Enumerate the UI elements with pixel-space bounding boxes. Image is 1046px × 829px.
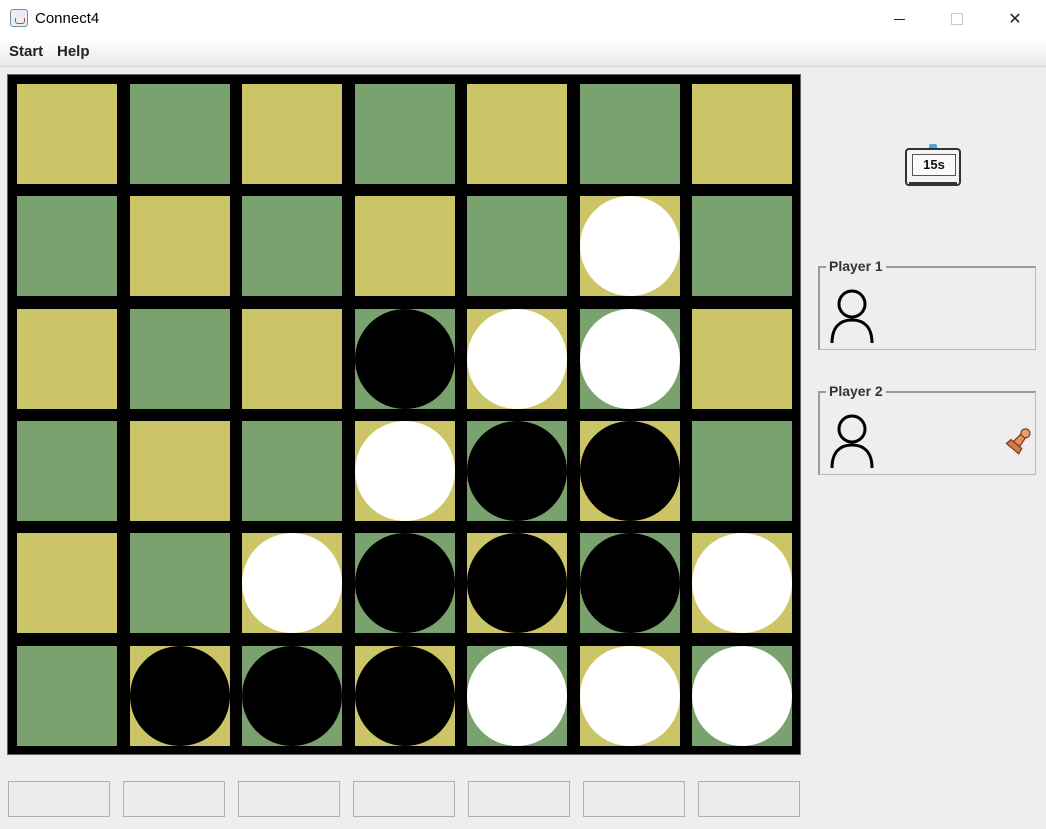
board-cell[interactable] (355, 421, 455, 521)
drop-column-button[interactable] (468, 781, 570, 817)
white-disc (580, 646, 680, 746)
black-disc (355, 646, 455, 746)
board-cell[interactable] (692, 421, 792, 521)
drop-column-button[interactable] (8, 781, 110, 817)
user-outline-icon (830, 289, 874, 344)
board-cell[interactable] (692, 533, 792, 633)
white-disc (467, 646, 567, 746)
board-cell[interactable] (17, 84, 117, 184)
board-cell[interactable] (580, 84, 680, 184)
java-app-icon (10, 9, 28, 27)
board-cell[interactable] (467, 421, 567, 521)
board-cell[interactable] (242, 84, 342, 184)
board-cell[interactable] (467, 646, 567, 746)
board-cell[interactable] (355, 196, 455, 296)
black-disc (355, 533, 455, 633)
board-cell[interactable] (130, 533, 230, 633)
black-disc (467, 421, 567, 521)
white-disc (580, 309, 680, 409)
maximize-icon (951, 13, 963, 25)
white-disc (692, 533, 792, 633)
board-cell[interactable] (17, 533, 117, 633)
board-cell[interactable] (17, 309, 117, 409)
board-cell[interactable] (467, 533, 567, 633)
player-1-panel: Player 1 (818, 258, 1036, 350)
user-outline-icon (830, 414, 874, 469)
drop-column-button[interactable] (123, 781, 225, 817)
timer-body: 15s (905, 148, 961, 186)
board-cell[interactable] (580, 646, 680, 746)
board-cell[interactable] (355, 646, 455, 746)
board-cell[interactable] (242, 646, 342, 746)
close-button[interactable]: ✕ (986, 0, 1044, 38)
timer-display: 15s (912, 154, 956, 176)
board-cell[interactable] (692, 196, 792, 296)
player-2-title: Player 2 (826, 383, 886, 399)
menu-help[interactable]: Help (57, 43, 90, 60)
board-cell[interactable] (355, 84, 455, 184)
white-disc (467, 309, 567, 409)
minimize-button[interactable] (870, 0, 928, 38)
board-cell[interactable] (467, 196, 567, 296)
board-cell[interactable] (242, 533, 342, 633)
player-2-panel: Player 2 (818, 383, 1036, 475)
player-1-title: Player 1 (826, 258, 886, 274)
board-cell[interactable] (580, 533, 680, 633)
board-cell[interactable] (130, 309, 230, 409)
board-cell[interactable] (130, 646, 230, 746)
board-cell[interactable] (17, 421, 117, 521)
maximize-button[interactable] (928, 0, 986, 38)
board-cell[interactable] (17, 646, 117, 746)
board-cell[interactable] (467, 309, 567, 409)
board-cell[interactable] (242, 196, 342, 296)
window-title: Connect4 (35, 10, 100, 27)
white-disc (355, 421, 455, 521)
board-cell[interactable] (242, 421, 342, 521)
board-cell[interactable] (580, 196, 680, 296)
white-disc (692, 646, 792, 746)
game-board (7, 74, 801, 755)
board-cell[interactable] (17, 196, 117, 296)
board-cell[interactable] (130, 196, 230, 296)
menu-bar: Start Help (0, 38, 1046, 67)
board-cell[interactable] (580, 309, 680, 409)
close-icon: ✕ (1008, 11, 1022, 28)
board-cell[interactable] (692, 646, 792, 746)
black-disc (467, 533, 567, 633)
board-cell[interactable] (355, 309, 455, 409)
timer-icon: 15s (905, 144, 961, 186)
board-cell[interactable] (692, 309, 792, 409)
drop-column-button[interactable] (583, 781, 685, 817)
drop-column-button[interactable] (698, 781, 800, 817)
black-disc (242, 646, 342, 746)
white-disc (580, 196, 680, 296)
drop-column-button[interactable] (238, 781, 340, 817)
board-cell[interactable] (130, 421, 230, 521)
board-cell[interactable] (692, 84, 792, 184)
white-disc (242, 533, 342, 633)
board-cell[interactable] (580, 421, 680, 521)
title-bar: Connect4 ✕ (0, 0, 1046, 38)
black-disc (355, 309, 455, 409)
board-cell[interactable] (355, 533, 455, 633)
timer-base (909, 182, 957, 186)
black-disc (130, 646, 230, 746)
black-disc (580, 421, 680, 521)
board-cell[interactable] (130, 84, 230, 184)
drop-column-button[interactable] (353, 781, 455, 817)
chess-pawn-icon (1005, 428, 1031, 455)
black-disc (580, 533, 680, 633)
board-cell[interactable] (242, 309, 342, 409)
menu-start[interactable]: Start (9, 43, 43, 60)
board-cell[interactable] (467, 84, 567, 184)
minimize-icon (893, 18, 905, 20)
